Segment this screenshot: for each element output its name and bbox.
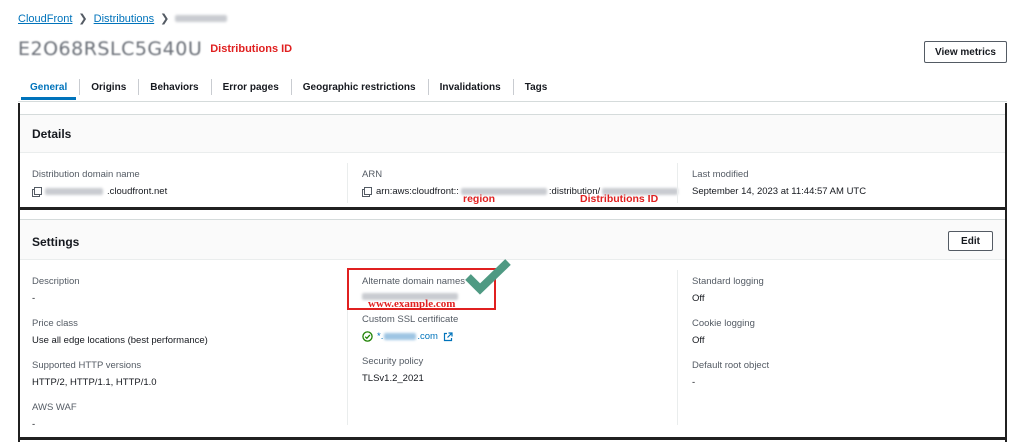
- chevron-right-icon: ❯: [78, 13, 88, 25]
- price-class-field: Price class Use all edge locations (best…: [32, 318, 208, 346]
- ssl-certificate-link[interactable]: *. .com: [377, 331, 438, 342]
- tab-error-pages[interactable]: Error pages: [210, 74, 291, 100]
- last-modified-value: September 14, 2023 at 11:44:57 AM UTC: [692, 186, 867, 197]
- last-modified-label: Last modified: [692, 169, 749, 180]
- region-annotation: region: [463, 193, 496, 205]
- details-title: Details: [32, 127, 72, 141]
- domain-redacted: [45, 188, 103, 195]
- details-divider-1: [347, 163, 348, 203]
- description-field: Description -: [32, 276, 80, 304]
- details-divider-2: [677, 163, 678, 203]
- cookie-logging-field: Cookie logging Off: [692, 318, 755, 346]
- panel-separator: [18, 207, 1007, 210]
- settings-title: Settings: [32, 235, 80, 249]
- http-versions-field: Supported HTTP versions HTTP/2, HTTP/1.1…: [32, 360, 157, 388]
- breadcrumb: CloudFront ❯ Distributions ❯: [18, 12, 228, 25]
- breadcrumb-current-redacted: [175, 15, 228, 22]
- arn-label: ARN: [362, 169, 383, 180]
- alternate-domain-annotation: www.example.com: [368, 298, 456, 310]
- tab-invalidations[interactable]: Invalidations: [427, 74, 513, 100]
- tab-behaviors[interactable]: Behaviors: [138, 74, 210, 100]
- settings-column-1: Description - Price class Use all edge l…: [32, 276, 208, 442]
- chevron-right-icon: ❯: [160, 13, 170, 25]
- standard-logging-field: Standard logging Off: [692, 276, 764, 304]
- last-modified-field: Last modified September 14, 2023 at 11:4…: [692, 169, 866, 197]
- settings-divider-2: [677, 270, 678, 425]
- copy-icon[interactable]: [32, 187, 42, 197]
- distributions-id-arn-annotation: Distributions ID: [580, 193, 659, 205]
- external-link-icon[interactable]: [443, 331, 453, 342]
- domain-name-value: .cloudfront.net: [32, 186, 167, 197]
- settings-column-3: Standard logging Off Cookie logging Off …: [692, 276, 769, 402]
- domain-name-label: Distribution domain name: [32, 169, 140, 180]
- domain-name-field: Distribution domain name .cloudfront.net: [32, 169, 167, 197]
- distributions-id-annotation: Distributions ID: [210, 43, 293, 55]
- tab-geographic-restrictions[interactable]: Geographic restrictions: [290, 74, 428, 100]
- details-panel: Details Distribution domain name .cloudf…: [20, 114, 1005, 207]
- security-policy-field: Security policy TLSv1.2_2021: [362, 356, 424, 384]
- tab-bar: General Origins Behaviors Error pages Ge…: [18, 74, 559, 100]
- page-title-row: E2O68RSLC5G40U Distributions ID: [18, 38, 292, 60]
- tab-origins[interactable]: Origins: [79, 74, 138, 100]
- settings-header: Settings Edit: [20, 220, 1005, 260]
- ssl-domain-redacted: [384, 333, 417, 340]
- tab-tags[interactable]: Tags: [512, 74, 560, 100]
- settings-panel: Settings Edit Description - Price class …: [20, 219, 1005, 442]
- panel-bottom-bar: [18, 437, 1007, 440]
- aws-waf-field: AWS WAF -: [32, 402, 77, 430]
- tab-general[interactable]: General: [18, 74, 79, 100]
- checkmark-icon: [465, 259, 511, 295]
- edit-settings-button[interactable]: Edit: [948, 231, 993, 251]
- default-root-object-field: Default root object -: [692, 360, 770, 388]
- details-header: Details: [20, 115, 1005, 153]
- copy-icon[interactable]: [362, 187, 372, 197]
- page-title: E2O68RSLC5G40U: [18, 38, 203, 60]
- ssl-certificate-field: Custom SSL certificate *. .com: [362, 314, 459, 342]
- breadcrumb-distributions-link[interactable]: Distributions: [94, 13, 155, 25]
- status-ok-icon: [362, 331, 373, 342]
- view-metrics-button[interactable]: View metrics: [924, 41, 1007, 63]
- tabs-divider: [18, 101, 1007, 102]
- breadcrumb-cloudfront-link[interactable]: CloudFront: [18, 13, 72, 25]
